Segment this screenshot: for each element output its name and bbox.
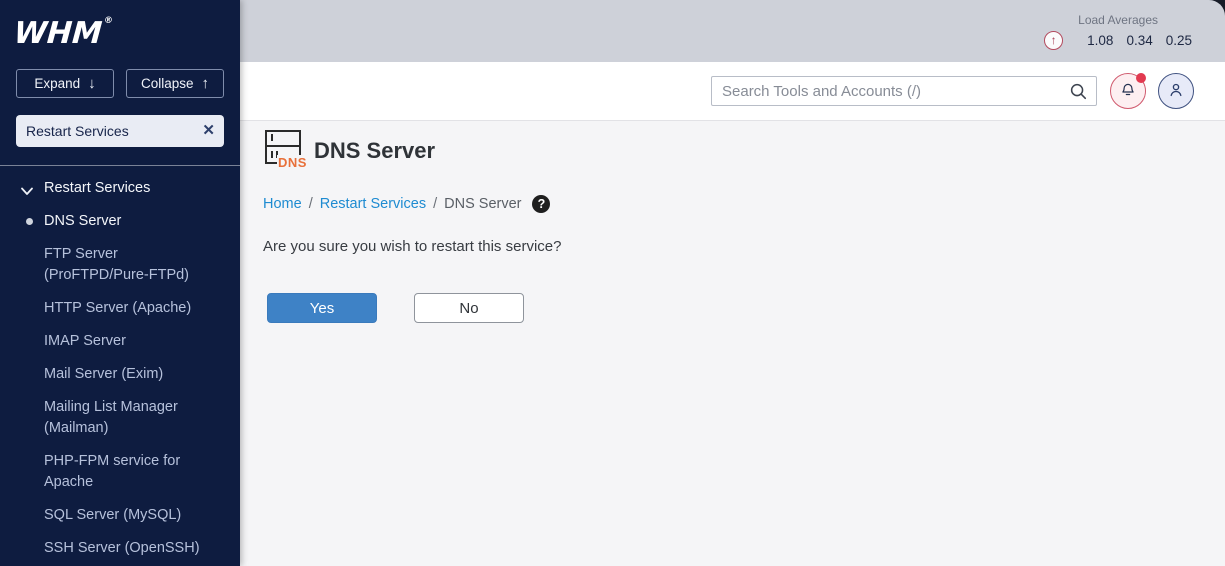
nav-group-label: Restart Services [44,180,151,196]
collapse-label: Collapse [140,76,194,91]
sidebar-item-mailing-list-manager[interactable]: Mailing List Manager (Mailman) [44,397,220,439]
arrow-down-icon: ↓ [88,75,96,92]
confirm-buttons: Yes No [267,293,1205,323]
user-icon [1166,80,1186,103]
whm-logo-reg: ® [103,16,114,26]
main-column: Load Averages ↑ 1.08 0.34 0.25 Search To… [240,0,1225,566]
load-arrow-icon: ↑ [1044,30,1064,50]
sidebar-item-imap-server[interactable]: IMAP Server [44,331,220,352]
dns-icon-tick [271,134,273,141]
sidebar-item-list: FTP Server (ProFTPD/Pure-FTPd) HTTP Serv… [0,244,240,559]
confirm-question: Are you sure you wish to restart this se… [263,238,562,255]
help-icon[interactable]: ? [532,195,551,213]
active-bullet-icon [26,218,33,225]
search-input[interactable] [711,76,1097,106]
nav-active-label: DNS Server [44,213,122,229]
search-icon[interactable] [1068,81,1088,106]
whm-logo-text: WHM [12,16,104,51]
sidebar-item-sql-server[interactable]: SQL Server (MySQL) [44,505,220,526]
bell-icon [1119,81,1137,102]
arrow-up-icon: ↑ [201,75,210,92]
load-value-15min: 0.25 [1165,32,1192,48]
sidebar-filter-input[interactable] [16,115,224,147]
dns-icon-label: DNS [277,155,308,171]
topbar: Load Averages ↑ 1.08 0.34 0.25 [240,0,1225,62]
page-title-row: DNS DNS Server [263,128,1205,174]
sidebar-nav: Restart Services DNS Server FTP Server (… [0,178,240,559]
whm-logo[interactable]: WHM® [13,16,114,51]
load-value-1min: 1.08 [1087,32,1114,48]
dns-server-icon: DNS [263,128,308,174]
load-averages: Load Averages ↑ 1.08 0.34 0.25 [1044,13,1192,50]
sidebar-item-http-server[interactable]: HTTP Server (Apache) [44,298,220,319]
whm-app: WHM® Expand ↓ Collapse ↑ ✕ Restart Servi… [0,0,1225,566]
dns-icon-tick [271,151,273,158]
sidebar-item-ftp-server[interactable]: FTP Server (ProFTPD/Pure-FTPd) [44,244,220,286]
sidebar-item-mail-server[interactable]: Mail Server (Exim) [44,364,220,385]
yes-button[interactable]: Yes [267,293,377,323]
breadcrumb-restart-services[interactable]: Restart Services [320,196,426,212]
sidebar-divider [0,165,240,166]
page-title: DNS Server [314,138,436,163]
collapse-button[interactable]: Collapse ↑ [126,69,224,98]
sidebar: WHM® Expand ↓ Collapse ↑ ✕ Restart Servi… [0,0,240,566]
breadcrumb-current: DNS Server [444,196,522,212]
sidebar-group-restart-services[interactable]: Restart Services [0,178,240,198]
clear-filter-icon[interactable]: ✕ [202,121,215,141]
breadcrumb-separator: / [308,196,313,212]
header [240,62,1225,121]
sidebar-item-dns-server[interactable]: DNS Server [0,211,240,231]
breadcrumb: Home / Restart Services / DNS Server ? [263,195,1205,213]
content: DNS DNS Server Home / Restart Services /… [240,121,1225,566]
load-value-5min: 0.34 [1126,32,1153,48]
chevron-down-icon [21,182,33,202]
sidebar-filter: ✕ [16,115,224,147]
user-menu-button[interactable] [1158,73,1194,109]
notifications-button[interactable] [1110,73,1146,109]
sidebar-item-ssh-server[interactable]: SSH Server (OpenSSH) [44,538,220,559]
load-averages-label: Load Averages [1078,12,1158,27]
load-averages-values: ↑ 1.08 0.34 0.25 [1044,30,1192,50]
notification-dot [1136,73,1146,83]
breadcrumb-separator: / [433,196,438,212]
header-search [711,76,1097,106]
sidebar-controls: Expand ↓ Collapse ↑ [16,69,224,98]
expand-button[interactable]: Expand ↓ [16,69,114,98]
no-button[interactable]: No [414,293,524,323]
sidebar-item-php-fpm[interactable]: PHP-FPM service for Apache [44,451,220,493]
breadcrumb-home[interactable]: Home [263,196,302,212]
expand-label: Expand [34,76,81,91]
